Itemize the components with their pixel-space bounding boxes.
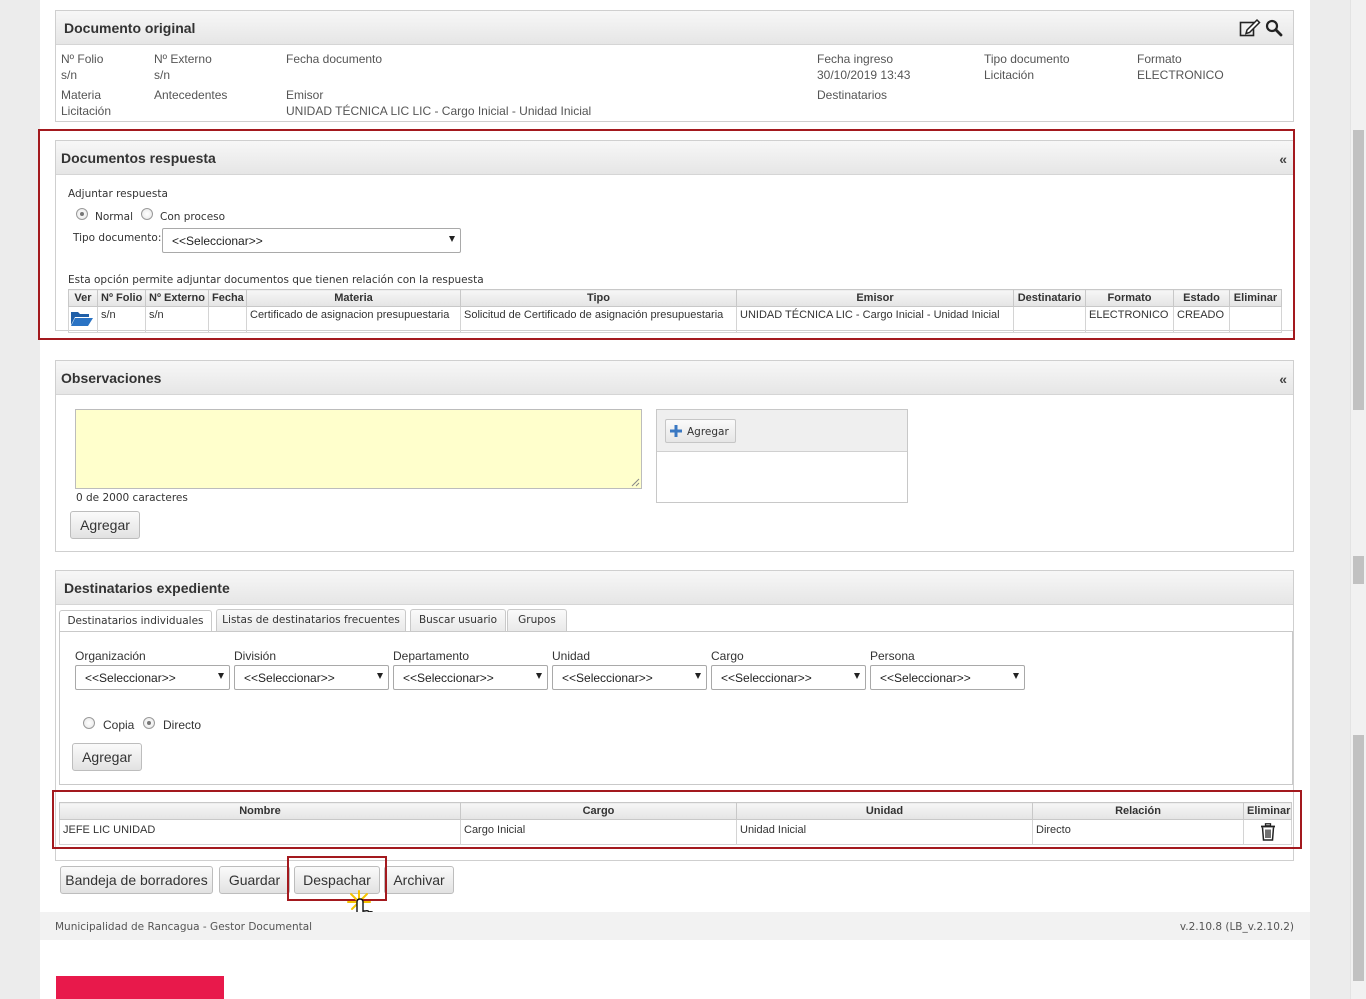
tipo-documento-value: Licitación xyxy=(984,68,1035,82)
externo-value: s/n xyxy=(154,68,171,82)
bandeja-borradores-button[interactable]: Bandeja de borradores xyxy=(60,866,213,894)
tab-grupos[interactable]: Grupos xyxy=(507,609,567,631)
tipo-documento-label: Tipo documento xyxy=(984,52,1070,66)
folio-label: Nº Folio xyxy=(61,52,104,66)
formato-label: Formato xyxy=(1137,52,1182,66)
materia-value: Licitación xyxy=(61,104,112,118)
radio-directo-label: Directo xyxy=(163,718,202,732)
cargo-select[interactable]: <<Seleccionar>> xyxy=(711,665,866,690)
brand-bar xyxy=(56,976,224,999)
formato-value: ELECTRONICO xyxy=(1137,68,1224,82)
antecedentes-label: Antecedentes xyxy=(154,88,228,102)
organizacion-select[interactable]: <<Seleccionar>> xyxy=(75,665,230,690)
scrollbar[interactable] xyxy=(1350,0,1366,999)
externo-label: Nº Externo xyxy=(154,52,212,66)
observaciones-panel: Observaciones « 0 de 2000 caracteres Agr… xyxy=(55,360,1294,552)
departamento-select[interactable]: <<Seleccionar>> xyxy=(393,665,548,690)
division-label: División xyxy=(234,649,277,663)
unidad-value: <<Seleccionar>> xyxy=(562,671,653,685)
observaciones-title: Observaciones xyxy=(61,370,162,386)
cargo-label: Cargo xyxy=(711,649,744,663)
folio-value: s/n xyxy=(61,68,78,82)
unidad-select[interactable]: <<Seleccionar>> xyxy=(552,665,707,690)
documento-original-title: Documento original xyxy=(64,20,196,36)
radio-directo[interactable] xyxy=(143,717,155,729)
radio-copia[interactable] xyxy=(83,717,95,729)
documento-original-header: Documento original xyxy=(56,11,1293,45)
organizacion-value: <<Seleccionar>> xyxy=(85,671,176,685)
materia-label: Materia xyxy=(61,88,102,102)
observaciones-textarea[interactable] xyxy=(75,409,642,489)
fecha-ingreso-value: 30/10/2019 13:43 xyxy=(817,68,911,82)
footer-right: v.2.10.8 (LB_v.2.10.2) xyxy=(1179,921,1294,933)
footer: Municipalidad de Rancagua - Gestor Docum… xyxy=(40,912,1310,940)
resize-handle-icon[interactable] xyxy=(631,478,640,487)
destinatarios-label: Destinatarios xyxy=(817,88,888,102)
cargo-value: <<Seleccionar>> xyxy=(721,671,812,685)
radio-copia-label: Copia xyxy=(103,718,135,732)
tab-buscar-usuario[interactable]: Buscar usuario xyxy=(410,609,506,631)
persona-label: Persona xyxy=(870,649,915,663)
chevron-down-icon xyxy=(536,673,542,679)
departamento-label: Departamento xyxy=(393,649,470,663)
scrollbar-thumb-top[interactable] xyxy=(1353,130,1364,410)
emisor-value: UNIDAD TÉCNICA LIC LIC - Cargo Inicial -… xyxy=(286,104,592,118)
archivar-button[interactable]: Archivar xyxy=(384,866,454,894)
emisor-label: Emisor xyxy=(286,88,324,102)
highlight-destinatarios-table xyxy=(52,790,1302,849)
agregar-adjunto-button[interactable]: Agregar xyxy=(665,419,736,443)
unidad-label: Unidad xyxy=(552,649,591,663)
departamento-value: <<Seleccionar>> xyxy=(403,671,494,685)
chevron-down-icon xyxy=(218,673,224,679)
fecha-documento-label: Fecha documento xyxy=(286,52,383,66)
persona-value: <<Seleccionar>> xyxy=(880,671,971,685)
scrollbar-thumb-mid[interactable] xyxy=(1353,556,1364,584)
plus-icon xyxy=(670,425,682,437)
tab-content: Organización <<Seleccionar>> División <<… xyxy=(59,631,1293,785)
search-icon[interactable] xyxy=(1265,19,1283,37)
fecha-ingreso-label: Fecha ingreso xyxy=(817,52,894,66)
collapse-icon[interactable]: « xyxy=(1279,371,1287,387)
guardar-button[interactable]: Guardar xyxy=(219,866,290,894)
scrollbar-thumb-bottom[interactable] xyxy=(1353,735,1364,981)
page: Documento original Nº Folio s/n Nº Exter… xyxy=(38,0,1310,999)
agregar-adjunto-label: Agregar xyxy=(687,426,729,438)
documento-original-panel: Documento original Nº Folio s/n Nº Exter… xyxy=(55,10,1294,122)
destinatarios-expediente-header: Destinatarios expediente xyxy=(56,571,1293,605)
footer-left: Municipalidad de Rancagua - Gestor Docum… xyxy=(55,921,313,933)
highlight-documentos-respuesta xyxy=(38,129,1295,340)
chevron-down-icon xyxy=(1013,673,1019,679)
agregar-destinatario-button[interactable]: Agregar xyxy=(72,743,142,771)
chevron-down-icon xyxy=(854,673,860,679)
tab-listas-frecuentes[interactable]: Listas de destinatarios frecuentes xyxy=(216,609,406,631)
observaciones-header[interactable]: Observaciones « xyxy=(56,361,1293,395)
division-value: <<Seleccionar>> xyxy=(244,671,335,685)
chevron-down-icon xyxy=(695,673,701,679)
organizacion-label: Organización xyxy=(75,649,146,663)
agregar-observacion-button[interactable]: Agregar xyxy=(70,511,140,539)
tab-destinatarios-individuales[interactable]: Destinatarios individuales xyxy=(59,610,212,633)
destinatarios-expediente-title: Destinatarios expediente xyxy=(64,580,230,596)
edit-icon[interactable] xyxy=(1239,18,1261,38)
char-count: 0 de 2000 caracteres xyxy=(76,492,188,504)
division-select[interactable]: <<Seleccionar>> xyxy=(234,665,389,690)
chevron-down-icon xyxy=(377,673,383,679)
persona-select[interactable]: <<Seleccionar>> xyxy=(870,665,1025,690)
adjuntos-box: Agregar xyxy=(656,409,908,503)
